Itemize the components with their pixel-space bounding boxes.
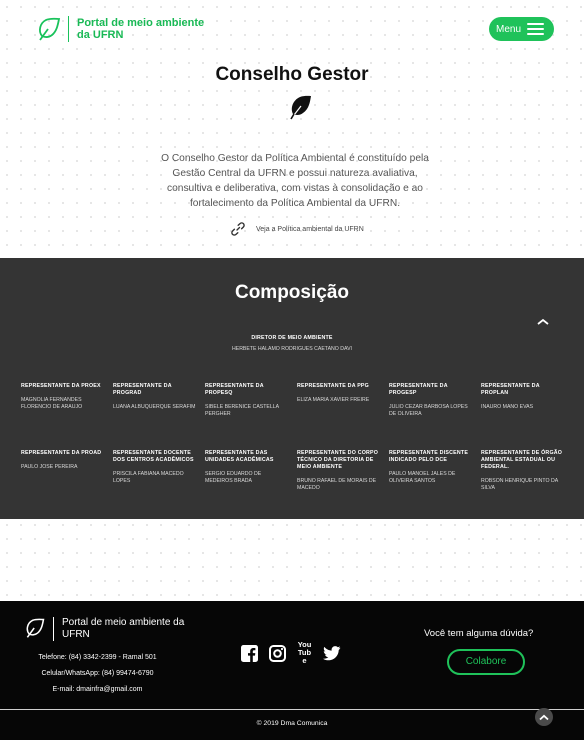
director-block: DIRETOR DE MEIO AMBIENTE HERBETE HALAMO … [0,335,584,353]
youtube-label: You Tube [297,640,312,665]
member-role: Representante de Órgão Ambiental Estadua… [481,450,563,470]
composition-title: Composição [234,282,350,303]
member-card: Representante do Corpo Técnico da Direto… [297,450,381,492]
member-role: Representante da PROEX [21,383,101,389]
email-text[interactable]: E-mail: dmainfra@gmail.com [0,686,195,694]
member-card: Representante da PROPESQ SIBELE BERENICE… [205,383,289,418]
menu-button[interactable]: Menu [489,17,554,41]
back-to-top-button[interactable] [535,708,553,726]
logo-text: Portal de meio ambiente da UFRN [77,17,205,41]
question-text: Você tem alguma dúvida? [424,628,534,639]
member-role: Representante Discente indicado pelo DCE [389,450,469,463]
composition-section: Composição DIRETOR DE MEIO AMBIENTE HERB… [0,258,584,519]
member-role: Representante da PPG [297,383,369,389]
member-role: Representante da PROGRAD [113,383,172,396]
member-card: Representante da PROGRAD LUANA ALBUQUERQ… [113,383,197,411]
member-name: INAURO MANO EVAS [481,404,534,410]
footer-divider [0,709,584,710]
chevron-up-icon [539,714,549,720]
leaf-icon [290,95,311,120]
footer-logo[interactable]: Portal de meio ambiente da UFRN [24,617,187,641]
member-card: Representante da PROPLAN INAURO MANO EVA… [481,383,565,411]
footer-contact: Telefone: (84) 3342-2399 - Ramal 501 Cel… [0,654,195,702]
member-name: SIBELE BERENICE CASTELLA PERGHER [205,404,279,417]
youtube-icon[interactable]: You Tube [297,641,312,665]
member-card: Representante da PROAD PAULO JOSE PEREIR… [21,450,105,471]
site-logo[interactable]: Portal de meio ambiente da UFRN [36,16,207,42]
menu-label: Menu [495,23,521,35]
director-name: HERBETE HALAMO RODRIGUES CAETANO DAVI [231,346,352,352]
environmental-policy-link[interactable]: Veja a Política ambiental da UFRN [230,221,364,237]
member-name: BRUNO RAFAEL DE MORAIS DE MACEDO [297,478,377,491]
leaf-logo-icon [39,17,61,41]
member-role: Representante da PROGESP [389,383,448,396]
member-name: ELIZA MARIA XAVIER FREIRE [297,397,370,403]
logo-divider [53,617,54,641]
intro-paragraph: O Conselho Gestor da Política Ambiental … [161,153,429,209]
member-card: Representante da PROEX MAGNOLIA FERNANDE… [21,383,105,411]
chevron-up-icon[interactable] [536,317,550,327]
member-role: Representante do Corpo Técnico da Direto… [297,450,379,470]
leaf-logo-icon [26,618,45,638]
page-title: Conselho Gestor [215,64,369,85]
hamburger-icon [527,23,544,35]
member-card: Representante de Órgão Ambiental Estadua… [481,450,565,492]
footer-logo-text: Portal de meio ambiente da UFRN [62,617,185,640]
whatsapp-text: Celular/WhatsApp: (84) 99474-6790 [41,670,154,677]
member-card: Representante da PPG ELIZA MARIA XAVIER … [297,383,381,404]
member-name: MAGNOLIA FERNANDES FLORENCIO DE ARAUJO [21,397,83,410]
member-name: ROBSON HENRIQUE PINTO DA SILVA [481,478,558,491]
member-name: PAULO JOSE PEREIRA [21,464,78,470]
member-name: PAULO MANOEL JALES DE OLIVEIRA SANTOS [389,471,456,484]
copyright-text: © 2019 Dma Comunica [256,720,328,727]
member-name: SERGIO EDUARDO DE MEDEIROS BRADA [205,471,262,484]
phone-text: Telefone: (84) 3342-2399 - Ramal 501 [38,654,157,661]
social-links: You Tube [241,641,352,665]
member-role: Representante da PROPLAN [481,383,540,396]
link-icon [231,222,245,236]
member-card: Representante Docente dos Centros Acadêm… [113,450,197,485]
member-role: Representante Docente dos Centros Acadêm… [113,450,194,463]
member-role: Representante das Unidades Acadêmicas [205,450,274,463]
director-role: DIRETOR DE MEIO AMBIENTE [251,335,333,341]
facebook-icon[interactable] [241,644,258,662]
logo-divider [68,16,69,42]
member-name: PRISCILA FABIANA MACEDO LOPES [113,471,184,484]
member-card: Representante das Unidades Acadêmicas SE… [205,450,289,485]
twitter-icon[interactable] [323,645,341,661]
member-name: LUANA ALBUQUERQUE SERAFIM [113,404,196,410]
member-role: Representante da PROAD [21,450,102,456]
site-footer: Portal de meio ambiente da UFRN Telefone… [0,601,584,740]
member-card: Representante Discente indicado pelo DCE… [389,450,473,485]
collaborate-button[interactable]: Colabore [447,649,525,675]
member-role: Representante da PROPESQ [205,383,264,396]
member-name: JULIO CEZAR BARBOSA LOPES DE OLIVEIRA [389,404,468,417]
site-header: Portal de meio ambiente da UFRN Menu [0,0,584,60]
link-label: Veja a Política ambiental da UFRN [256,225,364,233]
member-card: Representante da PROGESP JULIO CEZAR BAR… [389,383,473,418]
instagram-icon[interactable] [269,644,286,662]
